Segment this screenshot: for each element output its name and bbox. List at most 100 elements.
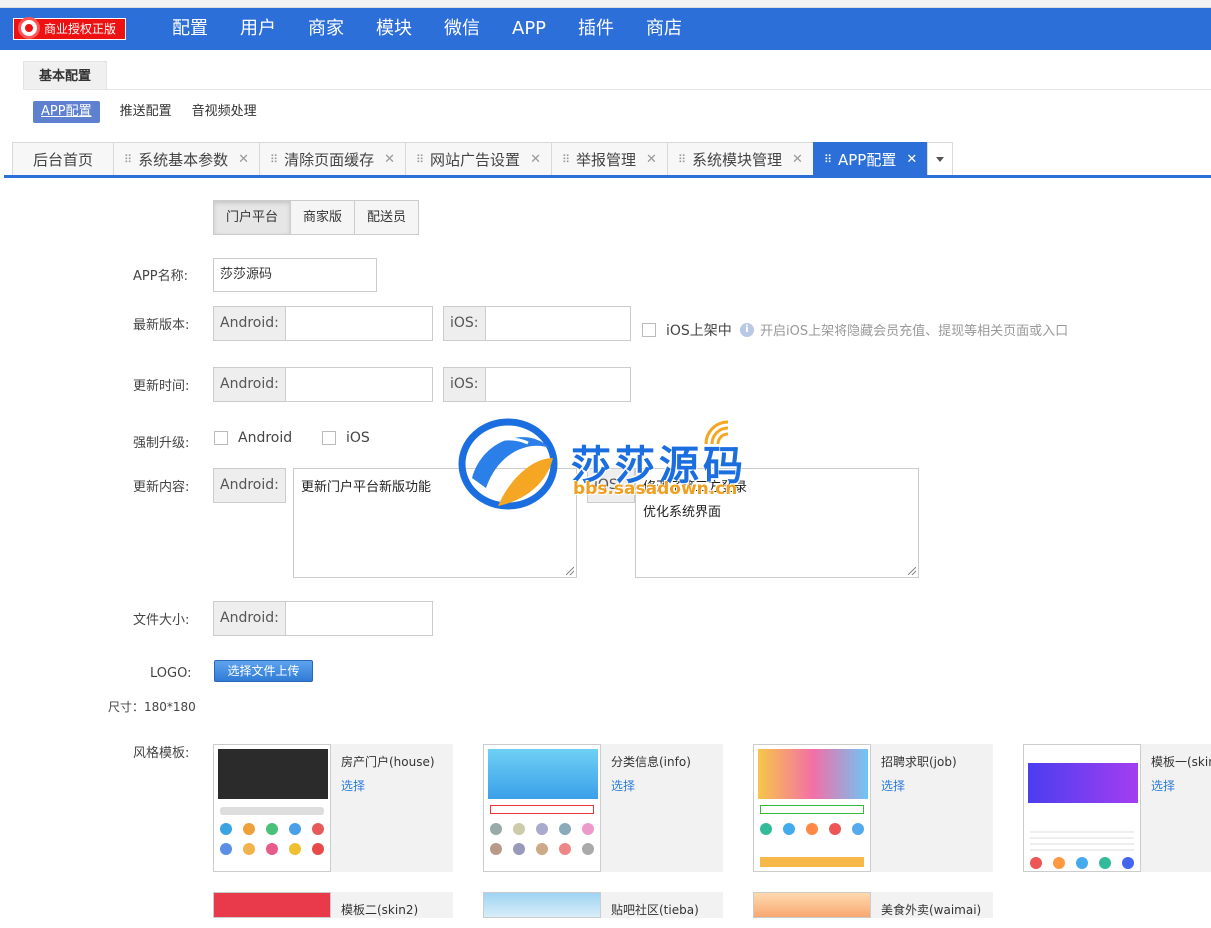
close-icon[interactable]: ✕ (906, 152, 917, 167)
template-thumbnail[interactable] (483, 892, 601, 918)
tab-label: 清除页面缓存 (284, 151, 375, 169)
template-thumbnail[interactable] (753, 892, 871, 918)
update-content-ios-textarea[interactable]: 修改了第三方登录 优化系统界面 (635, 468, 919, 578)
checkbox-box[interactable] (322, 431, 336, 445)
browser-bookmark-bar (0, 0, 1211, 8)
close-icon[interactable]: ✕ (646, 152, 657, 167)
drag-grip-icon[interactable]: ⠿ (416, 153, 424, 166)
android-addon: Android: (214, 602, 286, 635)
version-ios-input[interactable] (486, 307, 630, 340)
close-icon[interactable]: ✕ (384, 152, 395, 167)
checkbox-box[interactable] (642, 323, 656, 337)
template-select-link[interactable]: 选择 (881, 777, 905, 794)
drag-grip-icon[interactable]: ⠿ (270, 153, 278, 166)
platform-switch: 门户平台 商家版 配送员 (213, 200, 420, 235)
force-upgrade-label: 强制升级: (133, 436, 190, 451)
subnav-item-push-config[interactable]: 推送配置 (120, 101, 172, 123)
tab-system-params[interactable]: ⠿ 系统基本参数 ✕ (113, 142, 260, 176)
thumbnail-banner (488, 749, 598, 799)
file-size-android-input[interactable] (286, 602, 432, 635)
tab-more-dropdown[interactable] (927, 142, 954, 176)
force-upgrade-android-checkbox[interactable]: Android (214, 430, 292, 446)
drag-grip-icon[interactable]: ⠿ (824, 153, 832, 166)
logo-size-note: 尺寸：180*180 (108, 700, 196, 714)
platform-portal-button[interactable]: 门户平台 (213, 200, 292, 235)
update-content-android-textarea[interactable]: 更新门户平台新版功能 (293, 468, 577, 578)
update-time-label: 更新时间: (133, 379, 190, 394)
template-card-skin1: 模板一(skin 选择 (1023, 744, 1211, 872)
section-divider (23, 89, 1211, 90)
nav-item-wechat[interactable]: 微信 (428, 8, 496, 50)
template-thumbnail[interactable] (213, 892, 331, 918)
tab-clear-cache[interactable]: ⠿ 清除页面缓存 ✕ (259, 142, 406, 176)
tab-module-management[interactable]: ⠿ 系统模块管理 ✕ (666, 142, 814, 176)
ios-addon: iOS: (444, 368, 486, 401)
template-name: 模板二(skin2) (341, 903, 419, 917)
close-icon[interactable]: ✕ (530, 152, 541, 167)
template-thumbnail[interactable] (213, 744, 331, 872)
app-name-input[interactable]: 莎莎源码 (213, 258, 377, 292)
close-icon[interactable]: ✕ (238, 152, 249, 167)
tab-home[interactable]: 后台首页 (12, 142, 115, 176)
tab-label: 举报管理 (576, 151, 637, 169)
template-select-link[interactable]: 选择 (611, 777, 635, 794)
subnav-item-app-config[interactable]: APP配置 (33, 101, 100, 123)
thumbnail-search-bar (490, 805, 594, 817)
section-tab-basic-config[interactable]: 基本配置 (23, 61, 108, 90)
android-addon: Android: (214, 307, 286, 340)
template-thumbnail[interactable] (753, 744, 871, 872)
signal-icon (704, 420, 729, 445)
nav-item-plugins[interactable]: 插件 (562, 8, 630, 50)
version-android-input[interactable] (286, 307, 432, 340)
nav-item-merchants[interactable]: 商家 (292, 8, 360, 50)
template-card-info: 分类信息(info) 选择 (483, 744, 723, 872)
drag-grip-icon[interactable]: ⠿ (562, 153, 570, 166)
tab-ad-settings[interactable]: ⠿ 网站广告设置 ✕ (404, 142, 552, 176)
tab-label: 网站广告设置 (430, 151, 521, 169)
info-icon: i (740, 322, 754, 337)
template-select-link[interactable]: 选择 (1151, 777, 1175, 794)
file-size-android-group: Android: (213, 601, 433, 636)
force-upgrade-ios-checkbox[interactable]: iOS (322, 430, 370, 446)
template-name: 房产门户(house) (341, 755, 435, 769)
nav-item-store[interactable]: 商店 (630, 8, 698, 50)
version-android-group: Android: (213, 306, 433, 341)
template-name: 美食外卖(waimai) (881, 903, 982, 917)
drag-grip-icon[interactable]: ⠿ (678, 153, 686, 166)
android-addon: Android: (213, 468, 286, 503)
drag-grip-icon[interactable]: ⠿ (124, 153, 132, 166)
force-upgrade-ios-label: iOS (346, 430, 370, 446)
close-icon[interactable]: ✕ (792, 152, 803, 167)
upload-file-button[interactable]: 选择文件上传 (214, 660, 313, 682)
template-thumbnail[interactable] (483, 744, 601, 872)
page-tab-bar: 后台首页 ⠿ 系统基本参数 ✕ ⠿ 清除页面缓存 ✕ ⠿ 网站广告设置 ✕ ⠿ 举报管理 ✕ ⠿… (12, 142, 954, 176)
update-time-ios-input[interactable] (486, 368, 630, 401)
template-card-tieba: 贴吧社区(tieba) (483, 892, 723, 918)
nav-item-users[interactable]: 用户 (224, 8, 292, 50)
nav-item-modules[interactable]: 模块 (360, 8, 428, 50)
tab-underline (4, 175, 1211, 178)
thumbnail-footer-bar (760, 857, 864, 869)
template-name: 贴吧社区(tieba) (611, 903, 699, 917)
nav-item-config[interactable]: 配置 (156, 8, 224, 50)
thumbnail-icon-row (760, 823, 864, 835)
platform-courier-button[interactable]: 配送员 (354, 200, 420, 235)
license-badge: 商业授权正版 (13, 17, 126, 40)
template-thumbnail[interactable] (1023, 744, 1141, 872)
template-card-skin2: 模板二(skin2) (213, 892, 453, 918)
version-label: 最新版本: (133, 318, 190, 333)
license-badge-label: 商业授权正版 (44, 22, 117, 36)
checkbox-box[interactable] (214, 431, 228, 445)
nav-item-app[interactable]: APP (496, 8, 562, 50)
tab-report-management[interactable]: ⠿ 举报管理 ✕ (550, 142, 668, 176)
tab-label: APP配置 (838, 151, 897, 169)
templates-label: 风格模板: (133, 746, 190, 761)
platform-merchant-button[interactable]: 商家版 (290, 200, 356, 235)
template-select-link[interactable]: 选择 (341, 777, 365, 794)
ios-review-label: iOS上架中 (666, 323, 732, 339)
update-content-label: 更新内容: (133, 480, 190, 495)
update-time-android-input[interactable] (286, 368, 432, 401)
tab-app-config[interactable]: ⠿ APP配置 ✕ (812, 142, 929, 176)
ios-review-checkbox[interactable]: iOS上架中 (642, 320, 732, 340)
subnav-item-media-processing[interactable]: 音视频处理 (192, 101, 257, 123)
